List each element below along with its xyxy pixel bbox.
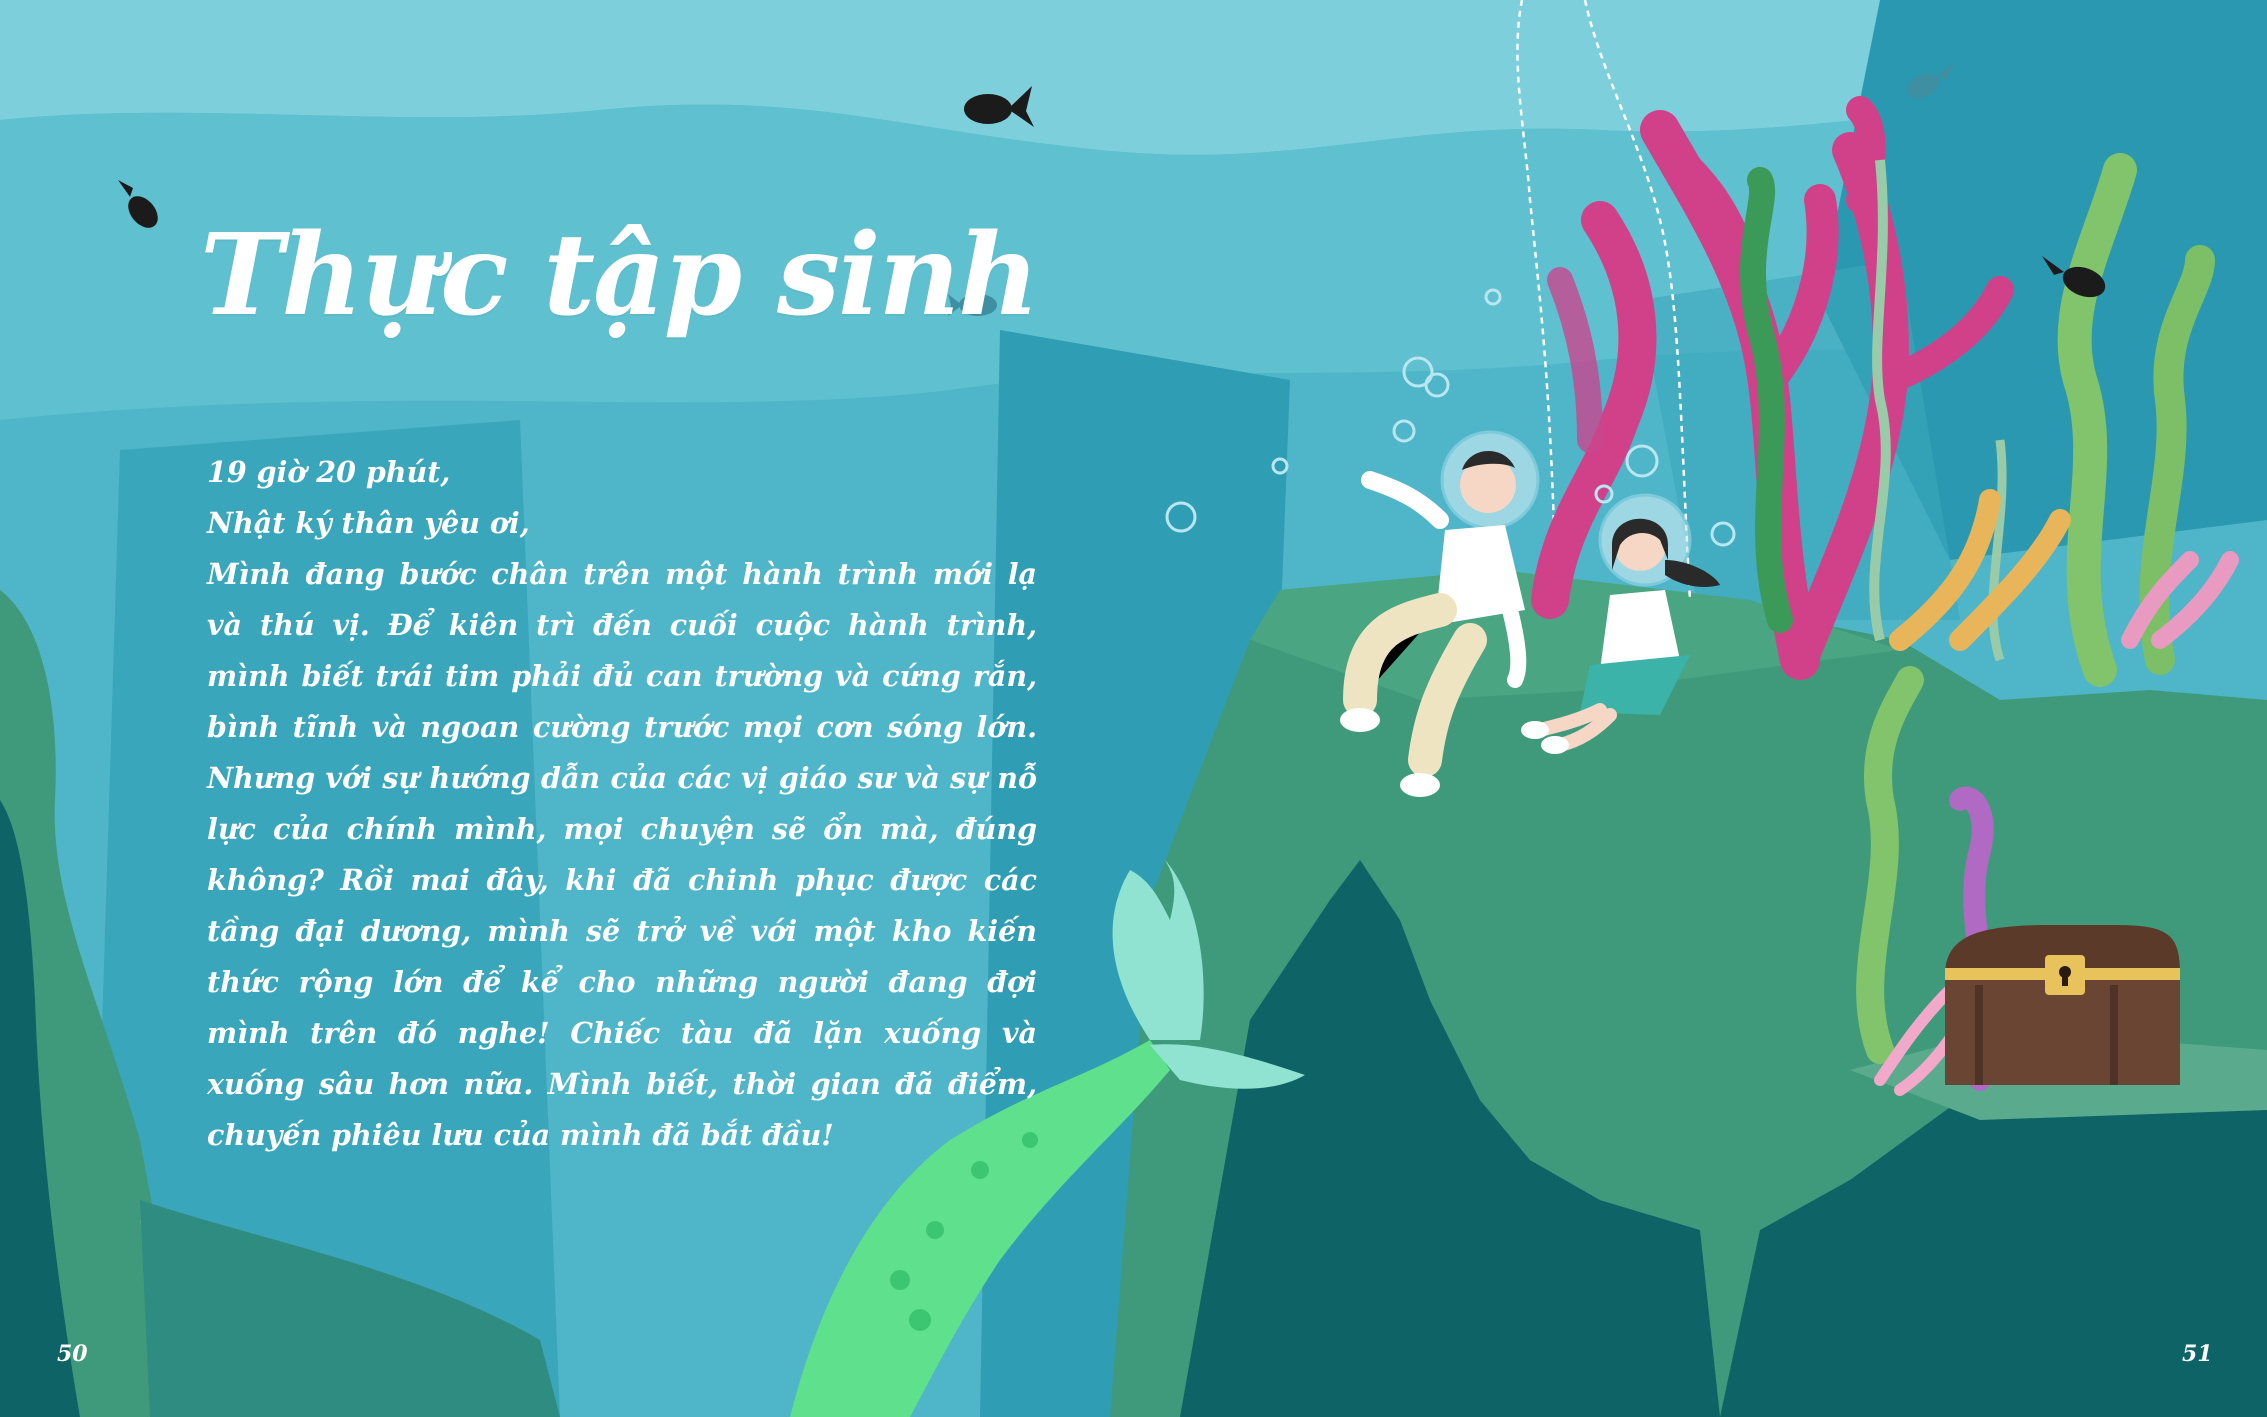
- page-number-right: 51: [2182, 1341, 2213, 1367]
- diary-greeting: Nhật ký thân yêu ơi,: [207, 506, 530, 540]
- diary-entry: 19 giờ 20 phút, Nhật ký thân yêu ơi, Mìn…: [207, 447, 1037, 1161]
- treasure-chest-icon: [1945, 925, 2180, 1085]
- diary-time: 19 giờ 20 phút,: [207, 455, 451, 489]
- page-title: Thực tập sinh: [200, 210, 1039, 341]
- diary-body: Mình đang bước chân trên một hành trình …: [207, 557, 1037, 1152]
- page-number-left: 50: [57, 1341, 88, 1367]
